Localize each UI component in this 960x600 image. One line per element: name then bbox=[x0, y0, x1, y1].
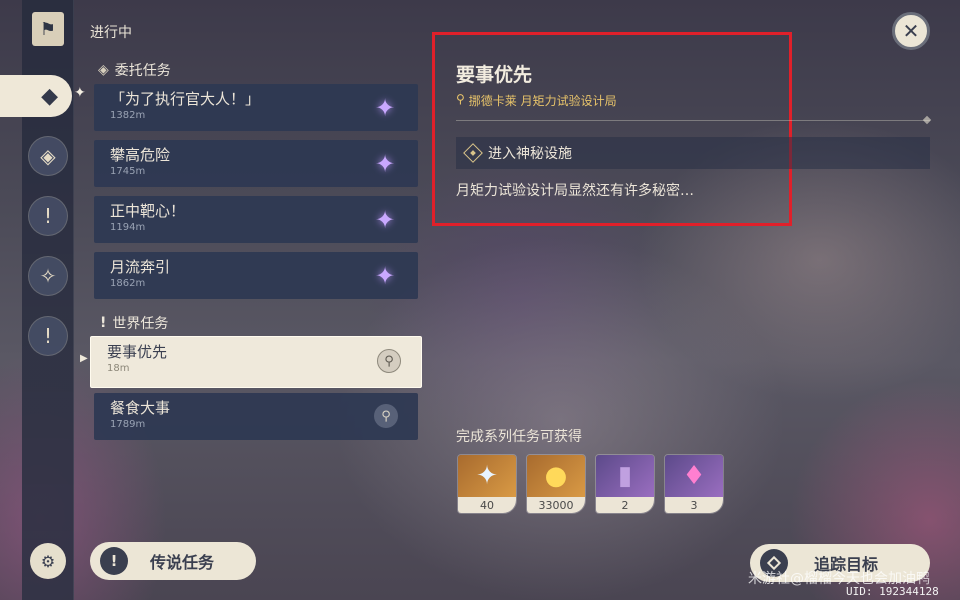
quest-item-commission-1[interactable]: 「为了执行官大人！」 1382m ✦ bbox=[94, 84, 418, 131]
commission-diamond-icon: ◈ bbox=[98, 62, 109, 78]
commission-section-header: ◈ 委托任务 bbox=[98, 60, 171, 80]
commission-marker-icon: ✦ bbox=[374, 150, 396, 178]
legend-quest-label: 传说任务 bbox=[150, 553, 215, 572]
commission-marker-icon: ✦ bbox=[374, 262, 396, 290]
reward-item-ore-crystal[interactable]: ♦ 3 bbox=[664, 454, 724, 514]
exclamation-icon: ! bbox=[100, 547, 128, 575]
reward-count: 40 bbox=[458, 497, 516, 513]
quest-item-commission-3[interactable]: 正中靶心！ 1194m ✦ bbox=[94, 196, 418, 243]
world-quest-section-header: ! 世界任务 bbox=[100, 313, 168, 333]
quest-location-text: 挪德卡莱 月矩力试验设计局 bbox=[468, 94, 617, 108]
reward-item-mora[interactable]: ● 33000 bbox=[526, 454, 586, 514]
quest-distance: 1789m bbox=[110, 419, 146, 430]
reward-count: 2 bbox=[596, 497, 654, 513]
commission-marker-icon: ✦ bbox=[374, 206, 396, 234]
close-button[interactable]: ✕ bbox=[892, 12, 930, 50]
sparkle-icon: ✦ bbox=[74, 85, 86, 101]
commission-section-title: 委托任务 bbox=[114, 63, 171, 79]
reward-item-exp-book[interactable]: ▮ 2 bbox=[595, 454, 655, 514]
quest-item-commission-2[interactable]: 攀高危险 1745m ✦ bbox=[94, 140, 418, 187]
quest-description: 月矩力试验设计局显然还有许多秘密… bbox=[456, 183, 694, 199]
commission-icon[interactable]: ◆ bbox=[0, 75, 72, 117]
location-pin-icon[interactable]: ⚲ bbox=[377, 349, 401, 373]
quest-item-world-2[interactable]: 餐食大事 1789m ⚲ bbox=[94, 393, 418, 440]
quest-objective: 进入神秘设施 bbox=[456, 137, 930, 169]
bookmark-icon[interactable]: ⚑ bbox=[32, 12, 64, 46]
mora-icon: ● bbox=[527, 455, 585, 497]
quest-title: 餐食大事 bbox=[110, 399, 171, 417]
quest-item-world-1[interactable]: 要事优先 18m ⚲ bbox=[90, 336, 422, 388]
location-pin-icon: ⚲ bbox=[456, 92, 465, 106]
story-quest-icon[interactable]: ✧ bbox=[28, 256, 68, 296]
rewards-label: 完成系列任务可获得 bbox=[456, 429, 582, 445]
reward-count: 33000 bbox=[527, 497, 585, 513]
primogem-icon: ✦ bbox=[458, 455, 516, 497]
reward-item-primogem[interactable]: ✦ 40 bbox=[457, 454, 517, 514]
commission-marker-icon: ✦ bbox=[374, 94, 396, 122]
ore-crystal-icon: ♦ bbox=[665, 455, 723, 497]
quest-item-commission-4[interactable]: 月流奔引 1862m ✦ bbox=[94, 252, 418, 299]
exclamation-icon[interactable]: ! bbox=[28, 316, 68, 356]
quest-detail-title: 要事优先 bbox=[456, 64, 533, 86]
quest-objective-text: 进入神秘设施 bbox=[488, 146, 572, 162]
quest-title: 要事优先 bbox=[107, 343, 168, 361]
uid-label: UID: 192344128 bbox=[846, 585, 939, 598]
reward-count: 3 bbox=[665, 497, 723, 513]
world-quest-icon[interactable]: ! bbox=[28, 196, 68, 236]
archon-quest-icon[interactable]: ◈ bbox=[28, 136, 68, 176]
settings-icon[interactable]: ⚙ bbox=[30, 543, 66, 579]
location-pin-icon[interactable]: ⚲ bbox=[374, 404, 398, 428]
quest-location: ⚲ 挪德卡莱 月矩力试验设计局 bbox=[456, 92, 617, 109]
selected-arrow-icon: ▶ bbox=[80, 353, 88, 364]
quest-distance: 18m bbox=[107, 363, 130, 374]
world-quest-section-title: 世界任务 bbox=[112, 316, 169, 332]
world-quest-exclamation-icon: ! bbox=[100, 315, 107, 331]
objective-diamond-icon bbox=[463, 143, 483, 163]
legend-quest-button[interactable]: ! 传说任务 bbox=[90, 542, 256, 580]
exp-book-icon: ▮ bbox=[596, 455, 654, 497]
in-progress-label: 进行中 bbox=[90, 25, 132, 41]
close-icon: ✕ bbox=[902, 19, 920, 43]
divider bbox=[456, 115, 932, 125]
